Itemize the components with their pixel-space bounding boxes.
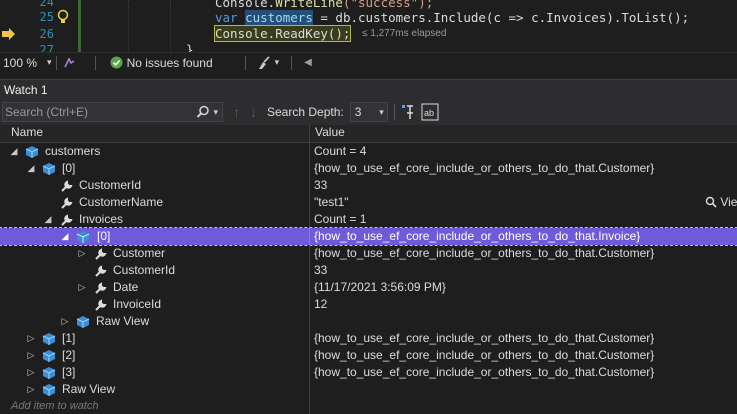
property-wrench-icon xyxy=(95,265,107,277)
expand-arrow-icon[interactable]: ▷ xyxy=(26,347,36,364)
watch-row[interactable]: CustomerId 33 xyxy=(0,177,737,194)
expand-arrow-icon[interactable]: ▷ xyxy=(60,313,70,330)
search-next-icon[interactable]: ↓ xyxy=(250,104,257,120)
watch-row[interactable]: ◢ customers Count = 4 xyxy=(0,143,737,160)
watch-column-header: Name Value xyxy=(0,125,737,143)
watch-row[interactable]: ▷ Customer {how_to_use_ef_core_include_o… xyxy=(0,245,737,262)
object-icon xyxy=(76,231,90,243)
local-variable-icon xyxy=(25,146,39,158)
watch-row[interactable]: ▷ Raw View xyxy=(0,381,737,398)
code-line-25: var customers = db.customers.Include(c =… xyxy=(215,10,690,25)
expand-arrow-icon[interactable]: ▷ xyxy=(26,381,36,398)
watch-toolbar: Search (Ctrl+E) ▾ ↑ ↓ Search Depth: 3 ▾ … xyxy=(0,99,737,125)
line-number: 24 xyxy=(39,0,54,9)
code-line-26: Console.ReadKey(); xyxy=(213,25,352,42)
text-visualizer-button[interactable]: View xyxy=(705,194,737,211)
raw-view-icon xyxy=(42,384,56,396)
watch-window-title[interactable]: Watch 1 xyxy=(0,79,737,99)
watch-row[interactable]: ◢ [0] {how_to_use_ef_core_include_or_oth… xyxy=(0,160,737,177)
perf-tip[interactable]: ≤ 1,277ms elapsed xyxy=(362,28,446,39)
property-wrench-icon xyxy=(61,180,73,192)
code-line-27: } xyxy=(186,42,194,52)
code-line-24: Console.WriteLine("success"); xyxy=(215,0,434,10)
property-wrench-icon xyxy=(95,299,107,311)
collapse-arrow-icon[interactable]: ◢ xyxy=(26,160,36,177)
quick-actions-lightbulb-icon[interactable] xyxy=(57,9,69,25)
scroll-left-icon[interactable]: ◀ xyxy=(304,57,312,68)
search-depth-label: Search Depth: xyxy=(267,105,344,119)
watch-row[interactable]: CustomerId 33 xyxy=(0,262,737,279)
object-icon xyxy=(42,367,56,379)
expand-arrow-icon[interactable]: ▷ xyxy=(26,330,36,347)
property-wrench-icon xyxy=(95,248,107,260)
breakpoint-margin[interactable] xyxy=(0,0,22,52)
view-format-icon[interactable]: ab xyxy=(421,103,439,121)
current-statement: Console.ReadKey(); xyxy=(213,25,352,42)
cleanup-dropdown-icon[interactable]: ▾ xyxy=(275,57,280,68)
code-cleanup-broom-icon[interactable] xyxy=(256,55,272,70)
magnifier-icon xyxy=(705,196,717,208)
property-wrench-icon xyxy=(61,214,73,226)
zoom-dropdown-icon[interactable]: ▾ xyxy=(47,57,52,68)
watch-row[interactable]: ◢ Invoices Count = 1 xyxy=(0,211,737,228)
watch-row-selected[interactable]: ◢ [0] {how_to_use_ef_core_include_or_oth… xyxy=(0,227,737,246)
check-circle-icon xyxy=(110,56,123,69)
svg-text:ab: ab xyxy=(424,108,434,118)
line-number: 25 xyxy=(39,10,54,24)
object-icon xyxy=(42,163,56,175)
watch-row[interactable]: ▷ [3] {how_to_use_ef_core_include_or_oth… xyxy=(0,364,737,381)
watch-row[interactable]: ▷ Date {11/17/2021 3:56:09 PM} xyxy=(0,279,737,296)
value-column-header[interactable]: Value xyxy=(310,125,345,142)
next-statement-arrow-icon xyxy=(2,28,15,40)
collapse-arrow-icon[interactable]: ◢ xyxy=(60,228,70,245)
expand-arrow-icon[interactable]: ▷ xyxy=(77,279,87,296)
chevron-down-icon: ▾ xyxy=(379,106,384,117)
code-editor: 24 25 26 27 Console.WriteLine("success")… xyxy=(0,0,737,52)
property-wrench-icon xyxy=(95,282,107,294)
add-watch-row[interactable]: Add item to watch xyxy=(0,398,737,414)
name-column-header[interactable]: Name xyxy=(0,125,310,142)
intellicode-icon[interactable] xyxy=(63,56,77,70)
watch-search-input[interactable]: Search (Ctrl+E) ▾ xyxy=(2,102,223,122)
property-wrench-icon xyxy=(61,197,73,209)
watch-row[interactable]: ▷ Raw View xyxy=(0,313,737,330)
raw-view-icon xyxy=(76,316,90,328)
watch-tree: ◢ customers Count = 4 ◢ [0] {how_to_use_… xyxy=(0,143,737,414)
add-item-placeholder[interactable]: Add item to watch xyxy=(11,398,98,414)
search-previous-icon[interactable]: ↑ xyxy=(233,104,240,120)
watch-row[interactable]: CustomerName "test1" View xyxy=(0,194,737,211)
watch-row[interactable]: ▷ [1] {how_to_use_ef_core_include_or_oth… xyxy=(0,330,737,347)
change-tracking-bar xyxy=(78,0,81,52)
collapse-arrow-icon[interactable]: ◢ xyxy=(9,143,19,160)
issues-status[interactable]: No issues found xyxy=(127,56,213,70)
search-depth-select[interactable]: 3 ▾ xyxy=(349,102,388,122)
object-icon xyxy=(42,350,56,362)
zoom-level[interactable]: 100 % xyxy=(3,56,37,70)
expand-arrow-icon[interactable]: ▷ xyxy=(26,364,36,381)
pin-icon[interactable] xyxy=(401,104,415,120)
editor-status-bar: 100 % ▾ No issues found ▾ ◀ xyxy=(0,52,737,72)
object-icon xyxy=(42,333,56,345)
search-dropdown-icon[interactable]: ▾ xyxy=(213,107,218,118)
collapse-arrow-icon[interactable]: ◢ xyxy=(43,211,53,228)
line-number: 27 xyxy=(39,43,54,52)
expand-arrow-icon[interactable]: ▷ xyxy=(77,245,87,262)
search-icon[interactable] xyxy=(196,105,210,119)
watch-row[interactable]: InvoiceId 12 xyxy=(0,296,737,313)
line-number: 26 xyxy=(39,27,54,41)
watch-row[interactable]: ▷ [2] {how_to_use_ef_core_include_or_oth… xyxy=(0,347,737,364)
